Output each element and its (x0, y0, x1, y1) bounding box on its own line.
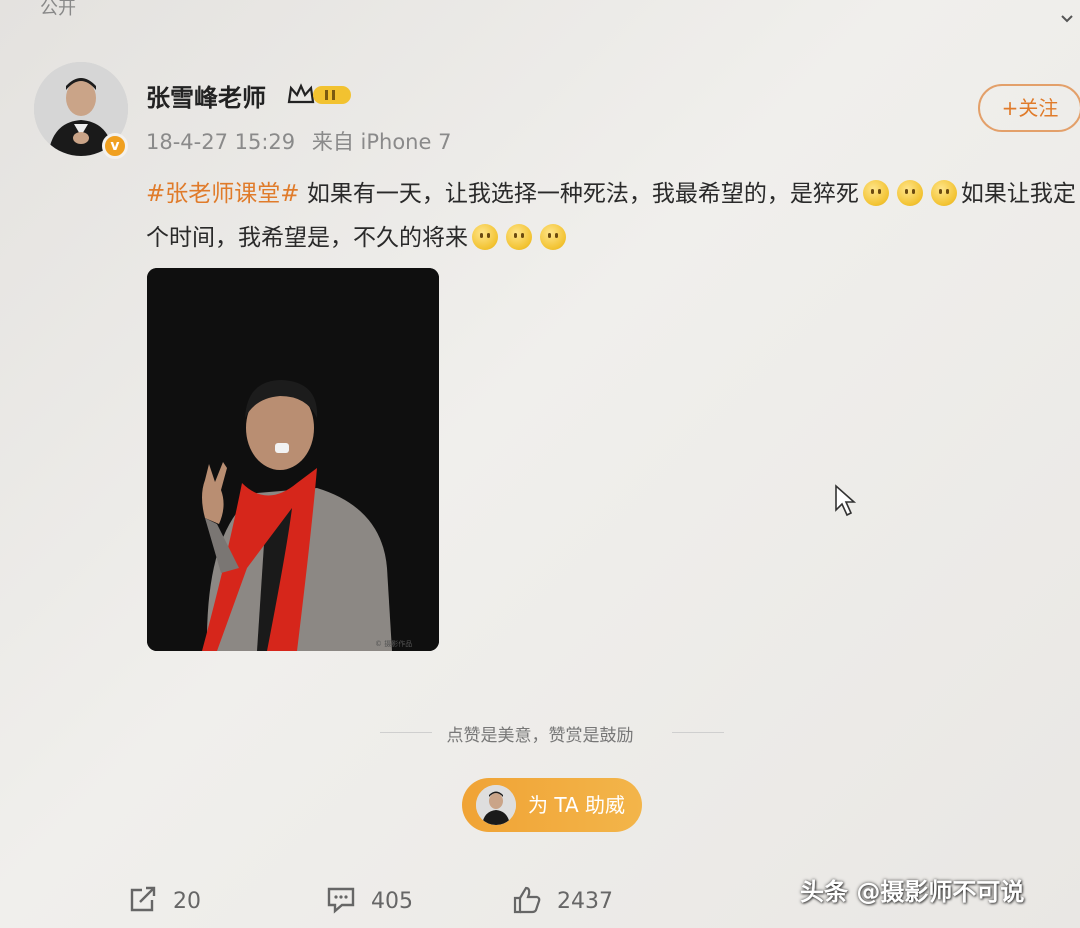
support-button[interactable]: 为 TA 助威 (462, 778, 642, 832)
share-count: 20 (173, 889, 201, 914)
comment-count: 405 (371, 889, 413, 914)
like-count: 2437 (557, 889, 613, 914)
reward-caption: 点赞是美意，赞赏是鼓励 (446, 726, 634, 746)
comment-icon (327, 887, 355, 914)
svg-text:© 摄影作品: © 摄影作品 (375, 639, 412, 648)
support-button-label: 为 TA 助威 (528, 793, 626, 817)
post-timestamp: 18-4-27 15:29 (146, 130, 296, 154)
weibo-post-screen: 公开 v 张雪峰老师 18-4-27 15:29 来自 iPhone 7 +关注… (0, 0, 1080, 928)
crown-badge-icon (287, 83, 351, 104)
comment-action[interactable]: 405 (326, 886, 413, 914)
post-text-part1: 如果有一天，让我选择一种死法，我最希望的，是猝死 (299, 181, 859, 207)
post-meta: 18-4-27 15:29 来自 iPhone 7 (146, 126, 461, 156)
author-name[interactable]: 张雪峰老师 (146, 78, 266, 113)
mouse-cursor-icon (835, 484, 857, 517)
smile-emoji-icon (506, 224, 532, 250)
verified-badge-icon: v (102, 133, 128, 159)
smile-emoji-icon (896, 180, 923, 206)
smile-emoji-icon (472, 224, 498, 250)
divider-right (672, 732, 724, 733)
smile-emoji-icon (540, 224, 566, 250)
topic-link[interactable]: #张老师课堂# (146, 181, 300, 207)
post-body: #张老师课堂# 如果有一天，让我选择一种死法，我最希望的，是猝死 如果让我定个时间… (146, 172, 1076, 260)
share-icon (130, 886, 156, 912)
like-action[interactable]: 2437 (512, 886, 613, 914)
smile-emoji-icon (930, 180, 957, 206)
post-photo[interactable]: © 摄影作品 (147, 268, 439, 651)
watermark: 头条 @摄影师不可说 (800, 878, 1025, 906)
support-avatar (476, 785, 516, 825)
share-action[interactable]: 20 (128, 886, 201, 914)
thumbs-up-icon (513, 886, 541, 914)
smile-emoji-icon (862, 180, 889, 206)
chevron-down-icon[interactable] (1060, 12, 1074, 26)
follow-button[interactable]: +关注 (978, 84, 1080, 132)
visibility-label: 公开 (40, 0, 76, 19)
post-source: 来自 iPhone 7 (311, 130, 452, 154)
